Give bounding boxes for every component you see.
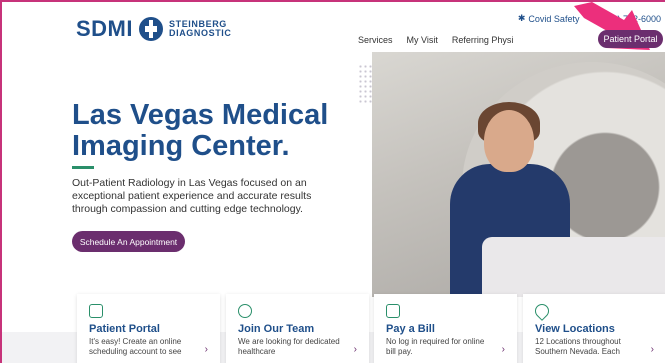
technician-head: [484, 110, 534, 172]
site-logo[interactable]: SDMI STEINBERG DIAGNOSTIC: [76, 16, 232, 42]
logo-text: STEINBERG DIAGNOSTIC: [169, 20, 232, 38]
bill-icon: [386, 304, 400, 318]
main-nav: Services My Visit Referring Physi: [358, 35, 513, 45]
chevron-right-icon: ›: [204, 344, 208, 355]
card-text: We are looking for dedicated healthcare: [238, 337, 340, 356]
card-title: Join Our Team: [238, 323, 315, 335]
card-title: Pay a Bill: [386, 323, 435, 335]
logo-brand: SDMI: [76, 16, 133, 41]
logo-mark-icon: [139, 17, 163, 41]
hero-photo: [372, 52, 665, 297]
dot-pattern-decoration: [358, 64, 374, 104]
shield-icon: ✱: [517, 13, 526, 23]
card-text: No log in required for online bill pay.: [386, 337, 485, 356]
scanner-bed: [482, 237, 665, 297]
hero-description: Out-Patient Radiology in Las Vegas focus…: [72, 177, 312, 215]
card-text: 12 Locations throughout Southern Nevada.…: [535, 337, 621, 356]
browser-viewport: SDMI STEINBERG DIAGNOSTIC ✱ Covid Safety…: [0, 0, 665, 363]
chevron-right-icon: ›: [501, 344, 505, 355]
nav-item-referring-physicians[interactable]: Referring Physi: [452, 35, 514, 45]
location-icon: [532, 301, 552, 321]
chevron-right-icon: ›: [353, 344, 357, 355]
card-title: Patient Portal: [89, 323, 160, 335]
hero-divider: [72, 166, 94, 169]
team-icon: [238, 304, 252, 318]
card-title: View Locations: [535, 323, 615, 335]
patient-portal-button[interactable]: Patient Portal: [598, 30, 663, 48]
card-text: It's easy! Create an online scheduling a…: [89, 337, 182, 356]
logo-line2: DIAGNOSTIC: [169, 28, 232, 38]
nav-item-services[interactable]: Services: [358, 35, 393, 45]
calendar-icon: [89, 304, 103, 318]
schedule-appointment-button[interactable]: Schedule An Appointment: [72, 231, 185, 252]
chevron-right-icon: ›: [650, 344, 654, 355]
card-join-our-team[interactable]: Join Our Team We are looking for dedicat…: [226, 294, 369, 363]
hero-title: Las Vegas Medical Imaging Center.: [72, 99, 329, 162]
card-view-locations[interactable]: View Locations 12 Locations throughout S…: [523, 294, 665, 363]
nav-item-my-visit[interactable]: My Visit: [407, 35, 438, 45]
card-patient-portal[interactable]: Patient Portal It's easy! Create an onli…: [77, 294, 220, 363]
card-pay-a-bill[interactable]: Pay a Bill No log in required for online…: [374, 294, 517, 363]
